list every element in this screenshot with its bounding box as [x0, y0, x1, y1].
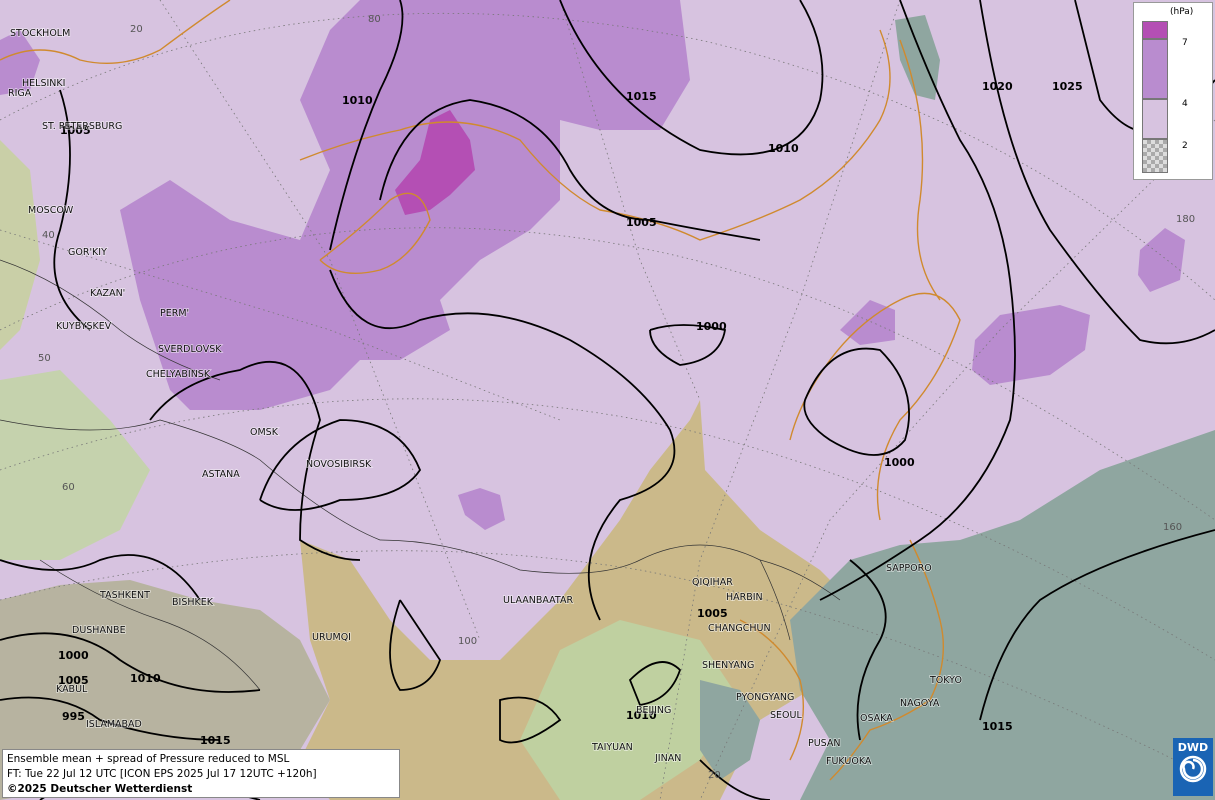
- isobar-label: 1005: [626, 216, 657, 229]
- legend-level: 4: [1182, 99, 1188, 109]
- city-label: SHENYANG: [702, 660, 754, 671]
- city-label: BEIJING: [636, 705, 671, 716]
- city-label: ULAANBAATAR: [503, 595, 573, 606]
- isobar-label: 1025: [1052, 80, 1083, 93]
- city-label: SAPPORO: [886, 563, 932, 574]
- grid-label: 80: [368, 14, 381, 25]
- isobar-label: 995: [62, 710, 85, 723]
- isobar-label: 1020: [982, 80, 1013, 93]
- city-label: ISLAMABAD: [86, 719, 142, 730]
- city-label: TAIYUAN: [591, 742, 633, 753]
- isobar-label: 1015: [626, 90, 657, 103]
- isobar-label: 1005: [697, 607, 728, 620]
- city-label: KUYBYSKEV: [56, 321, 112, 332]
- city-label: CHELYABINSK: [146, 369, 211, 380]
- city-label: KABUL: [56, 684, 88, 695]
- isobar-label: 1010: [768, 142, 799, 155]
- city-label: STOCKHOLM: [10, 28, 70, 39]
- grid-label: 160: [1163, 522, 1182, 533]
- isobar-label: 1015: [982, 720, 1013, 733]
- grid-label: 20: [130, 24, 143, 35]
- city-label: NAGOYA: [900, 698, 940, 709]
- dwd-logo: DWD: [1173, 738, 1213, 796]
- isobar-label: 1010: [130, 672, 161, 685]
- isobar-label: 1000: [884, 456, 915, 469]
- city-label: PERM': [160, 308, 189, 319]
- city-label: TOKYO: [929, 675, 962, 686]
- grid-label: 40: [42, 230, 55, 241]
- city-label: ST. PETERSBURG: [42, 121, 122, 132]
- city-label: BISHKEK: [172, 597, 214, 608]
- city-label: MOSCOW: [28, 205, 74, 216]
- city-label: RIGA: [8, 88, 32, 99]
- city-label: QIQIHAR: [692, 577, 733, 588]
- city-label: NOVOSIBIRSK: [306, 459, 372, 470]
- city-label: GOR'KIY: [68, 247, 107, 258]
- isobar-label: 1000: [58, 649, 89, 662]
- info-box: Ensemble mean + spread of Pressure reduc…: [2, 749, 400, 798]
- city-label: HARBIN: [726, 592, 763, 603]
- legend-swatch-low: [1142, 99, 1168, 139]
- swirl-icon: [1179, 755, 1207, 783]
- grid-label: 100: [458, 636, 477, 647]
- legend-swatch-high: [1142, 21, 1168, 39]
- isobar-label: 1000: [696, 320, 727, 333]
- legend: (hPa) 7 4 2: [1133, 2, 1213, 180]
- city-label: KAZAN': [90, 288, 125, 299]
- city-label: TASHKENT: [99, 590, 150, 601]
- weather-map: 1010 1015 1010 1020 1025 1005 1005 1000 …: [0, 0, 1215, 800]
- city-label: SVERDLOVSK: [158, 344, 222, 355]
- legend-swatch-checker: [1142, 139, 1168, 173]
- legend-unit: (hPa): [1170, 7, 1194, 17]
- city-label: JINAN: [654, 753, 681, 764]
- city-label: FUKUOKA: [826, 756, 872, 767]
- grid-label: 60: [62, 482, 75, 493]
- isobar-label: 1015: [200, 734, 231, 747]
- legend-level: 2: [1182, 141, 1188, 151]
- city-label: SEOUL: [770, 710, 802, 721]
- grid-label: 50: [38, 353, 51, 364]
- city-label: OSAKA: [860, 713, 893, 724]
- grid-label: 180: [1176, 214, 1195, 225]
- grid-label: 20: [708, 770, 721, 781]
- info-title: Ensemble mean + spread of Pressure reduc…: [7, 753, 290, 765]
- city-label: ASTANA: [202, 469, 240, 480]
- isobar-label: 1010: [342, 94, 373, 107]
- info-copyright: ©2025 Deutscher Wetterdienst: [7, 783, 193, 795]
- legend-swatch-mid: [1142, 39, 1168, 99]
- city-label: OMSK: [250, 427, 279, 438]
- city-label: CHANGCHUN: [708, 623, 771, 634]
- city-label: URUMQI: [312, 632, 351, 643]
- logo-text: DWD: [1177, 741, 1209, 754]
- city-label: PYONGYANG: [736, 692, 794, 703]
- city-label: PUSAN: [808, 738, 841, 749]
- legend-level: 7: [1182, 38, 1188, 48]
- info-forecast-time: FT: Tue 22 Jul 12 UTC [ICON EPS 2025 Jul…: [7, 768, 317, 780]
- city-label: DUSHANBE: [72, 625, 126, 636]
